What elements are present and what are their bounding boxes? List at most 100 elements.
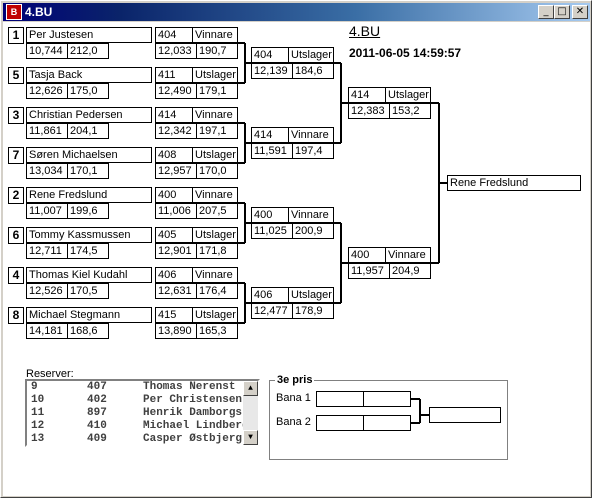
round1-result-speed[interactable]: 170,0	[196, 163, 238, 179]
round1-result-status[interactable]: Vinnare	[192, 187, 238, 203]
driver-name[interactable]: Tommy Kassmussen	[26, 227, 152, 243]
reserves-scrollbar[interactable]: ▲ ▼	[243, 381, 258, 445]
reserve-pos: 11	[31, 407, 45, 419]
driver-speed[interactable]: 212,0	[67, 43, 109, 59]
driver-time[interactable]: 13,034	[26, 163, 68, 179]
round2-match-number[interactable]: 414	[251, 127, 289, 143]
app-icon[interactable]: B	[6, 4, 22, 20]
round1-result-status[interactable]: Utslager	[192, 227, 238, 243]
round1-result-speed[interactable]: 197,1	[196, 123, 238, 139]
driver-name[interactable]: Christian Pedersen	[26, 107, 152, 123]
winner-box[interactable]: Rene Fredslund	[447, 175, 581, 191]
round1-result-number[interactable]: 406	[155, 267, 193, 283]
round1-result-time[interactable]: 12,342	[155, 123, 197, 139]
round1-result-number[interactable]: 404	[155, 27, 193, 43]
driver-name[interactable]: Søren Michaelsen	[26, 147, 152, 163]
round1-result-number[interactable]: 411	[155, 67, 193, 83]
third-winner-box[interactable]	[429, 407, 501, 423]
semifinal-match-speed[interactable]: 153,2	[389, 103, 431, 119]
driver-speed[interactable]: 199,6	[67, 203, 109, 219]
semifinal-match-number[interactable]: 414	[348, 87, 386, 103]
round2-match-number[interactable]: 400	[251, 207, 289, 223]
round2-match-time[interactable]: 11,025	[251, 223, 293, 239]
round2-match-status[interactable]: Vinnare	[288, 207, 334, 223]
round2-match-number[interactable]: 404	[251, 47, 289, 63]
round2-match-status[interactable]: Utslager	[288, 47, 334, 63]
driver-speed[interactable]: 168,6	[67, 323, 109, 339]
round1-result-time[interactable]: 12,631	[155, 283, 197, 299]
driver-time[interactable]: 11,007	[26, 203, 68, 219]
driver-speed[interactable]: 174,5	[67, 243, 109, 259]
round1-result-status[interactable]: Vinnare	[192, 107, 238, 123]
seed-number: 6	[8, 227, 24, 244]
round1-result-time[interactable]: 12,033	[155, 43, 197, 59]
driver-time[interactable]: 12,626	[26, 83, 68, 99]
third-lane2-left[interactable]	[316, 415, 364, 431]
driver-speed[interactable]: 170,5	[67, 283, 109, 299]
round2-match-speed[interactable]: 184,6	[292, 63, 334, 79]
round1-result-number[interactable]: 400	[155, 187, 193, 203]
maximize-button[interactable]: □	[554, 5, 570, 19]
round2-match-time[interactable]: 12,477	[251, 303, 293, 319]
driver-time[interactable]: 10,744	[26, 43, 68, 59]
reserves-list[interactable]: 9 407 Thomas Nerenst 10 402 Per Christensen 11…	[25, 379, 260, 447]
driver-name[interactable]: Thomas Kiel Kudahl	[26, 267, 152, 283]
round1-result-number[interactable]: 415	[155, 307, 193, 323]
driver-speed[interactable]: 175,0	[67, 83, 109, 99]
semifinal-match-speed[interactable]: 204,9	[389, 263, 431, 279]
reserve-num: 409	[87, 433, 107, 445]
seed-number: 5	[8, 67, 24, 84]
round2-match-status[interactable]: Utslager	[288, 287, 334, 303]
semifinal-match-time[interactable]: 12,383	[348, 103, 390, 119]
driver-name[interactable]: Per Justesen	[26, 27, 152, 43]
semifinal-match-number[interactable]: 400	[348, 247, 386, 263]
close-button[interactable]: ✕	[572, 5, 588, 19]
semifinal-match-status[interactable]: Vinnare	[385, 247, 431, 263]
round2-match-number[interactable]: 406	[251, 287, 289, 303]
round2-match-status[interactable]: Vinnare	[288, 127, 334, 143]
scroll-down-button[interactable]: ▼	[243, 430, 258, 445]
round2-match-speed[interactable]: 178,9	[292, 303, 334, 319]
round1-result-time[interactable]: 11,006	[155, 203, 197, 219]
round1-result-speed[interactable]: 171,8	[196, 243, 238, 259]
round1-result-number[interactable]: 414	[155, 107, 193, 123]
driver-time[interactable]: 12,526	[26, 283, 68, 299]
driver-speed[interactable]: 204,1	[67, 123, 109, 139]
round1-result-speed[interactable]: 207,5	[196, 203, 238, 219]
round1-result-time[interactable]: 12,957	[155, 163, 197, 179]
round2-match-time[interactable]: 11,591	[251, 143, 293, 159]
round1-result-status[interactable]: Utslager	[192, 307, 238, 323]
round2-match-speed[interactable]: 197,4	[292, 143, 334, 159]
round1-result-time[interactable]: 13,890	[155, 323, 197, 339]
semifinal-match-time[interactable]: 11,957	[348, 263, 390, 279]
reserve-num: 410	[87, 420, 107, 432]
round1-result-speed[interactable]: 179,1	[196, 83, 238, 99]
scroll-up-button[interactable]: ▲	[243, 381, 258, 396]
round1-result-time[interactable]: 12,490	[155, 83, 197, 99]
driver-name[interactable]: Rene Fredslund	[26, 187, 152, 203]
driver-time[interactable]: 14,181	[26, 323, 68, 339]
round2-match-time[interactable]: 12,139	[251, 63, 293, 79]
round1-result-speed[interactable]: 165,3	[196, 323, 238, 339]
driver-speed[interactable]: 170,1	[67, 163, 109, 179]
round1-result-speed[interactable]: 176,4	[196, 283, 238, 299]
third-lane2-right[interactable]	[363, 415, 411, 431]
round1-result-status[interactable]: Vinnare	[192, 27, 238, 43]
third-lane1-left[interactable]	[316, 391, 364, 407]
round1-result-status[interactable]: Utslager	[192, 67, 238, 83]
round1-result-number[interactable]: 408	[155, 147, 193, 163]
minimize-button[interactable]: _	[538, 5, 554, 19]
round1-result-status[interactable]: Utslager	[192, 147, 238, 163]
round1-result-speed[interactable]: 190,7	[196, 43, 238, 59]
round2-match-speed[interactable]: 200,9	[292, 223, 334, 239]
driver-name[interactable]: Michael Stegmann	[26, 307, 152, 323]
driver-time[interactable]: 12,711	[26, 243, 68, 259]
driver-name[interactable]: Tasja Back	[26, 67, 152, 83]
round1-result-number[interactable]: 405	[155, 227, 193, 243]
semifinal-match-status[interactable]: Utslager	[385, 87, 431, 103]
title-bar[interactable]: B 4.BU _ □ ✕	[3, 3, 590, 21]
round1-result-time[interactable]: 12,901	[155, 243, 197, 259]
driver-time[interactable]: 11,861	[26, 123, 68, 139]
third-lane1-right[interactable]	[363, 391, 411, 407]
round1-result-status[interactable]: Vinnare	[192, 267, 238, 283]
